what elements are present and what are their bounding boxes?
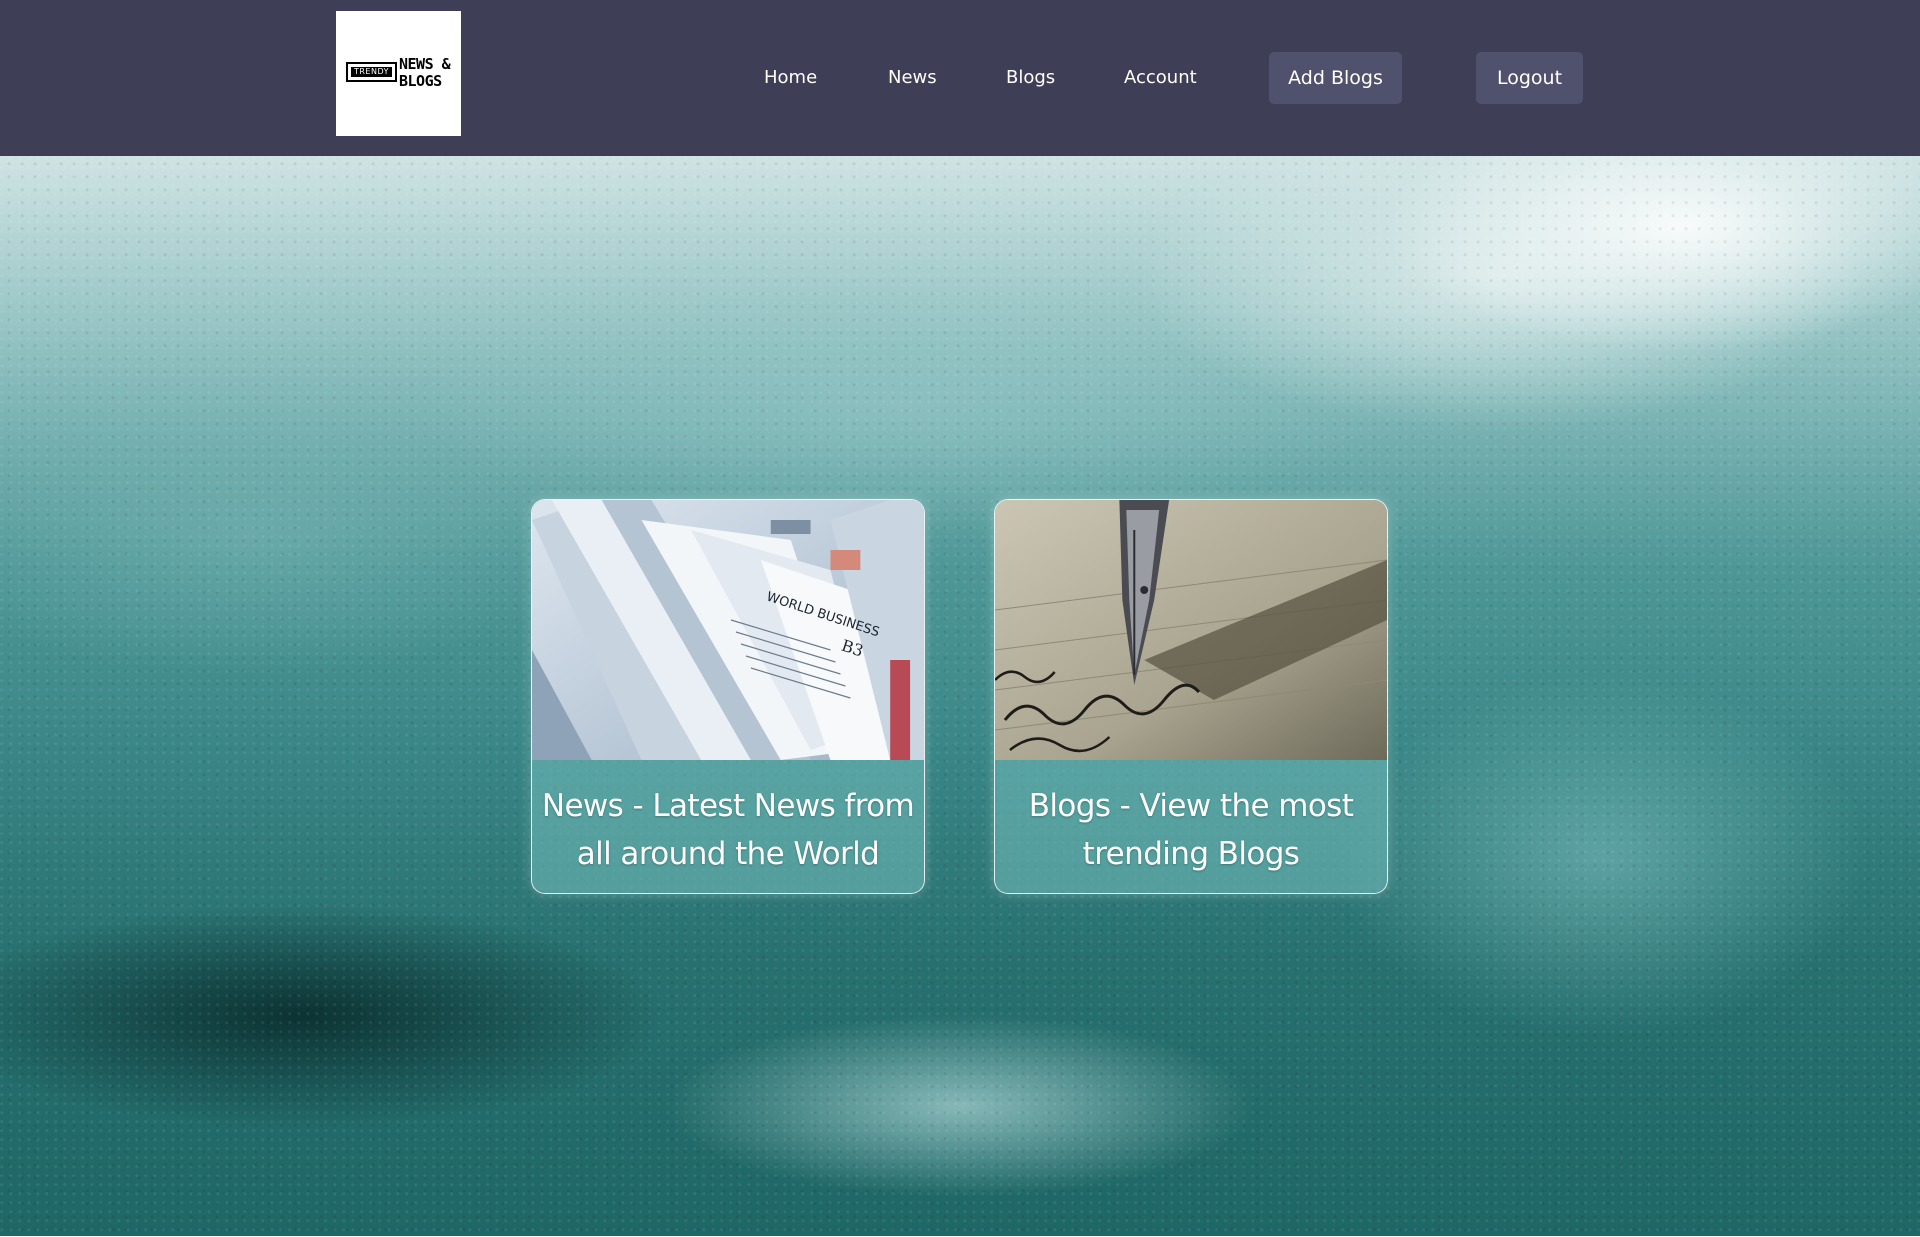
news-card[interactable]: WORLD BUSINESS B3 News - Latest News fro… [531,499,925,894]
logo-badge-text: TRENDY [351,67,392,77]
add-blogs-button[interactable]: Add Blogs [1269,52,1402,104]
logo-wordmark: NEWS & BLOGS [399,56,457,90]
ocean-background-image [0,156,1920,1236]
logo-line-1: NEWS & [399,55,451,73]
site-logo[interactable]: TRENDY NEWS & BLOGS [336,11,461,136]
water-texture [0,156,1920,1236]
top-navbar: TRENDY NEWS & BLOGS Home News Blogs Acco… [0,0,1920,156]
fountain-pen-image [995,500,1387,760]
blogs-card[interactable]: Blogs - View the most trending Blogs [994,499,1388,894]
nav-news-link[interactable]: News [888,64,937,92]
nav-account-link[interactable]: Account [1124,64,1197,92]
newspaper-image: WORLD BUSINESS B3 [532,500,924,760]
nav-blogs-link[interactable]: Blogs [1006,64,1055,92]
news-card-caption: News - Latest News from all around the W… [532,760,924,893]
newspaper-illustration: WORLD BUSINESS B3 [532,500,924,760]
logout-button[interactable]: Logout [1476,52,1583,104]
blogs-card-caption: Blogs - View the most trending Blogs [995,760,1387,893]
fountain-pen-illustration [995,500,1387,760]
blogs-card-title: Blogs - View the most trending Blogs [1028,788,1354,872]
logo-mark: TRENDY NEWS & BLOGS [346,56,454,90]
logo-line-2: BLOGS [399,72,442,90]
nav-home-link[interactable]: Home [764,64,817,92]
logo-badge: TRENDY [346,62,397,82]
news-card-title: News - Latest News from all around the W… [541,788,915,872]
